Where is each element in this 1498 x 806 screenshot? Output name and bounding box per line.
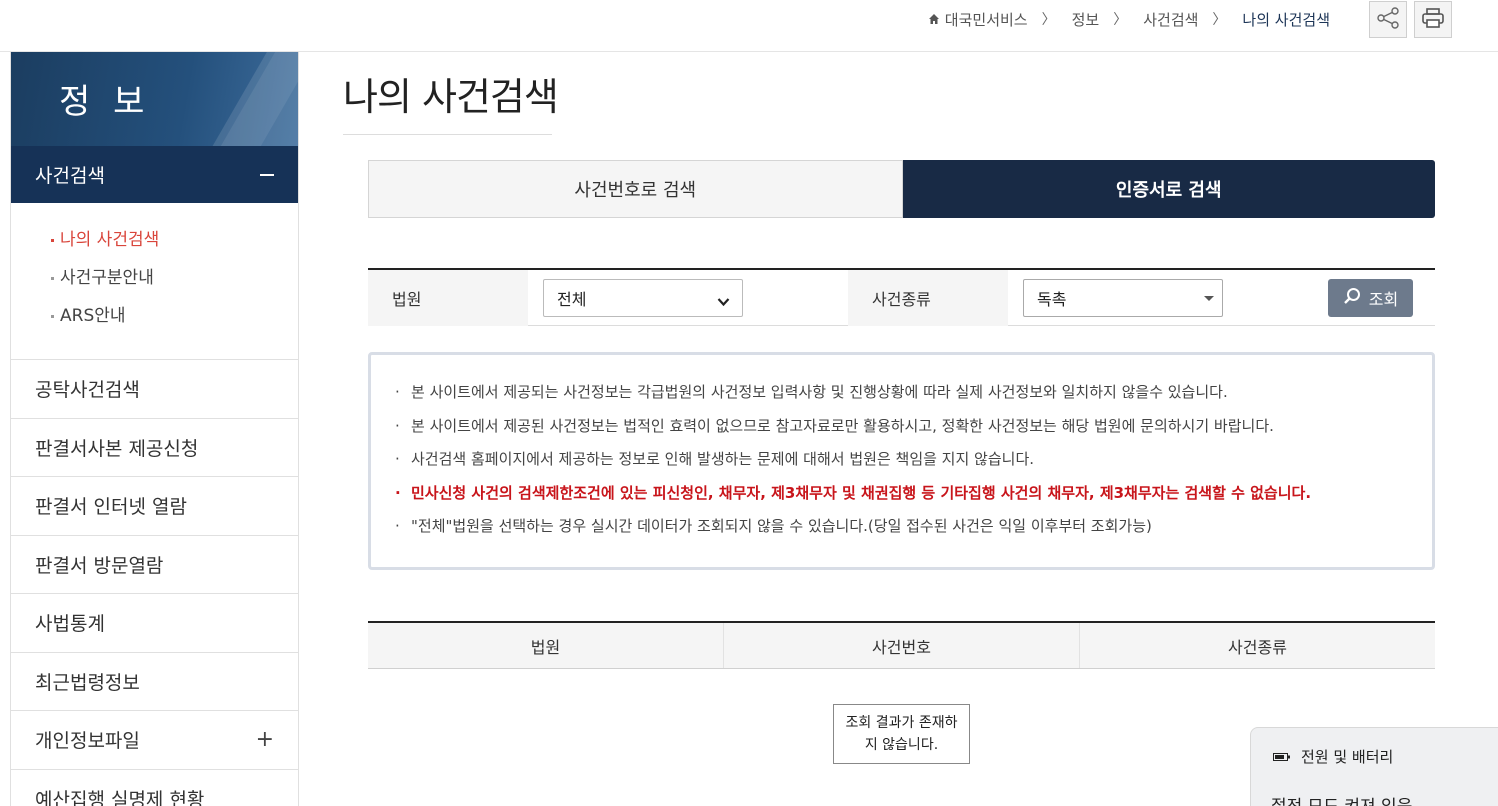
bullet-icon: · <box>395 483 401 502</box>
share-button[interactable] <box>1369 1 1407 38</box>
sidebar-item-label: 판결서 인터넷 열람 <box>35 496 187 519</box>
breadcrumb-separator: 〉 <box>1041 12 1056 28</box>
bullet-icon: · <box>395 517 400 535</box>
bullet-icon <box>51 315 54 318</box>
sidebar-item-label: 판결서 방문열람 <box>35 554 164 577</box>
bullet-icon: · <box>395 383 400 401</box>
sidebar-item-judicial-stats[interactable]: 사법통계 <box>11 594 298 653</box>
court-label: 법원 <box>368 270 528 326</box>
notice-item: · 본 사이트에서 제공된 사건정보는 법적인 효력이 없으므로 참고자료로만 활… <box>395 415 1432 449</box>
share-icon <box>1376 6 1400 33</box>
notice-box: · 본 사이트에서 제공되는 사건정보는 각급법원의 사건정보 입력사항 및 진행… <box>368 352 1435 570</box>
sidebar-item-label: 최근법령정보 <box>35 671 140 694</box>
breadcrumb-item-1[interactable]: 정보 <box>1072 9 1100 30</box>
notice-item-warning: · 민사신청 사건의 검색제한조건에 있는 피신청인, 채무자, 제3채무자 및 … <box>395 482 1432 516</box>
battery-popup-status: 절전 모드 켜져 있음 <box>1271 792 1412 806</box>
column-header-case-type: 사건종류 <box>1228 637 1287 657</box>
notice-text: 민사신청 사건의 검색제한조건에 있는 피신청인, 채무자, 제3채무자 및 채… <box>411 483 1312 502</box>
submenu-item-label: 나의 사건검색 <box>60 230 160 250</box>
sidebar-item-case-search[interactable]: 사건검색 <box>11 146 298 203</box>
print-button[interactable] <box>1414 1 1452 38</box>
column-header-court: 법원 <box>368 623 724 668</box>
court-select[interactable]: 전체 <box>543 279 743 317</box>
breadcrumb-separator: 〉 <box>1212 12 1227 28</box>
sidebar-item-label: 개인정보파일 <box>35 730 140 753</box>
result-table: 법원 사건번호 사건종류 <box>368 621 1435 669</box>
notice-item: · 본 사이트에서 제공되는 사건정보는 각급법원의 사건정보 입력사항 및 진행… <box>395 381 1432 415</box>
print-icon <box>1421 7 1445 33</box>
breadcrumb-current[interactable]: 나의 사건검색 <box>1242 9 1330 30</box>
tab-certificate[interactable]: 인증서로 검색 <box>902 160 1435 218</box>
sidebar-item-budget-disclosure[interactable]: 예산집행 실명제 현황 <box>11 770 298 806</box>
submenu-item-label: 사건구분안내 <box>60 268 154 288</box>
notice-text: "전체"법원을 선택하는 경우 실시간 데이터가 조회되지 않을 수 있습니다.… <box>411 517 1152 535</box>
bullet-icon <box>51 277 54 280</box>
battery-icon <box>1273 748 1291 766</box>
bullet-icon <box>51 239 54 242</box>
notice-text: 사건검색 홈페이지에서 제공하는 정보로 인해 발생하는 문제에 대해서 법원은… <box>411 450 1035 468</box>
sidebar: 정 보 사건검색 나의 사건검색 사건구분안내 ARS안내 공탁사건검색 판결서… <box>10 52 299 806</box>
sidebar-item-deposit-search[interactable]: 공탁사건검색 <box>11 360 298 419</box>
notice-item: · "전체"법원을 선택하는 경우 실시간 데이터가 조회되지 않을 수 있습니다… <box>395 515 1432 549</box>
bullet-icon: · <box>395 416 400 435</box>
sidebar-item-personal-info-file[interactable]: 개인정보파일 + <box>11 711 298 770</box>
empty-result-message: 조회 결과가 존재하지 않습니다. <box>833 704 970 764</box>
submenu-item-ars-guide[interactable]: ARS안내 <box>51 303 298 341</box>
breadcrumb-home[interactable]: 대국민서비스 <box>928 9 1028 30</box>
sidebar-item-judgment-copy[interactable]: 판결서사본 제공신청 <box>11 419 298 477</box>
home-icon <box>928 13 940 25</box>
tab-case-number[interactable]: 사건번호로 검색 <box>368 160 903 218</box>
sidebar-item-judgment-online[interactable]: 판결서 인터넷 열람 <box>11 477 298 536</box>
search-icon <box>1343 287 1361 309</box>
search-button-label: 조회 <box>1368 290 1399 309</box>
notice-item: · 사건검색 홈페이지에서 제공하는 정보로 인해 발생하는 문제에 대해서 법원… <box>395 448 1432 482</box>
case-type-label: 사건종류 <box>848 270 1008 326</box>
search-form: 법원 전체 사건종류 독촉 조회 <box>368 268 1435 326</box>
notice-text: 본 사이트에서 제공된 사건정보는 법적인 효력이 없으므로 참고자료로만 활용… <box>411 416 1274 435</box>
submenu-item-case-type-guide[interactable]: 사건구분안내 <box>51 265 298 303</box>
result-table-header: 법원 사건번호 사건종류 <box>368 623 1435 669</box>
sidebar-submenu: 나의 사건검색 사건구분안내 ARS안내 <box>11 203 298 360</box>
sidebar-item-label: 공탁사건검색 <box>35 379 140 402</box>
battery-popup[interactable]: 전원 및 배터리 절전 모드 켜져 있음 <box>1250 727 1498 806</box>
search-button[interactable]: 조회 <box>1328 279 1413 317</box>
case-type-select-value: 독촉 <box>1037 290 1067 309</box>
sidebar-heading: 정 보 <box>59 82 151 122</box>
page-title: 나의 사건검색 <box>343 75 559 119</box>
case-type-select[interactable]: 독촉 <box>1023 279 1223 317</box>
bullet-icon: · <box>395 450 400 468</box>
chevron-down-icon <box>717 292 730 311</box>
sidebar-item-label: 판결서사본 제공신청 <box>35 437 199 460</box>
battery-popup-title-row: 전원 및 배터리 <box>1273 746 1393 767</box>
submenu-item-my-case-search[interactable]: 나의 사건검색 <box>51 227 298 265</box>
expand-icon[interactable]: + <box>256 727 274 752</box>
top-bar: 대국민서비스 〉 정보 〉 사건검색 〉 나의 사건검색 <box>0 0 1498 52</box>
column-header-case-number: 사건번호 <box>724 623 1080 668</box>
dropdown-arrow-icon <box>1204 296 1214 301</box>
breadcrumb-item-2[interactable]: 사건검색 <box>1143 9 1198 30</box>
submenu-item-label: ARS안내 <box>60 306 126 326</box>
court-select-value: 전체 <box>557 290 587 309</box>
notice-text: 본 사이트에서 제공되는 사건정보는 각급법원의 사건정보 입력사항 및 진행상… <box>411 383 1228 401</box>
search-tabs: 사건번호로 검색 인증서로 검색 <box>368 160 1435 218</box>
sidebar-item-label: 예산집행 실명제 현황 <box>35 788 205 806</box>
sidebar-item-recent-laws[interactable]: 최근법령정보 <box>11 653 298 711</box>
sidebar-item-judgment-visit[interactable]: 판결서 방문열람 <box>11 536 298 594</box>
sidebar-item-label: 사법통계 <box>35 613 105 636</box>
collapse-icon[interactable] <box>260 173 274 176</box>
battery-popup-title: 전원 및 배터리 <box>1301 748 1394 766</box>
breadcrumb: 대국민서비스 〉 정보 〉 사건검색 〉 나의 사건검색 <box>928 8 1330 30</box>
breadcrumb-item-0: 대국민서비스 <box>944 10 1028 29</box>
title-underline <box>343 134 552 135</box>
sidebar-heading-banner: 정 보 <box>11 52 298 146</box>
sidebar-item-label: 사건검색 <box>35 165 105 187</box>
breadcrumb-separator: 〉 <box>1113 12 1128 28</box>
